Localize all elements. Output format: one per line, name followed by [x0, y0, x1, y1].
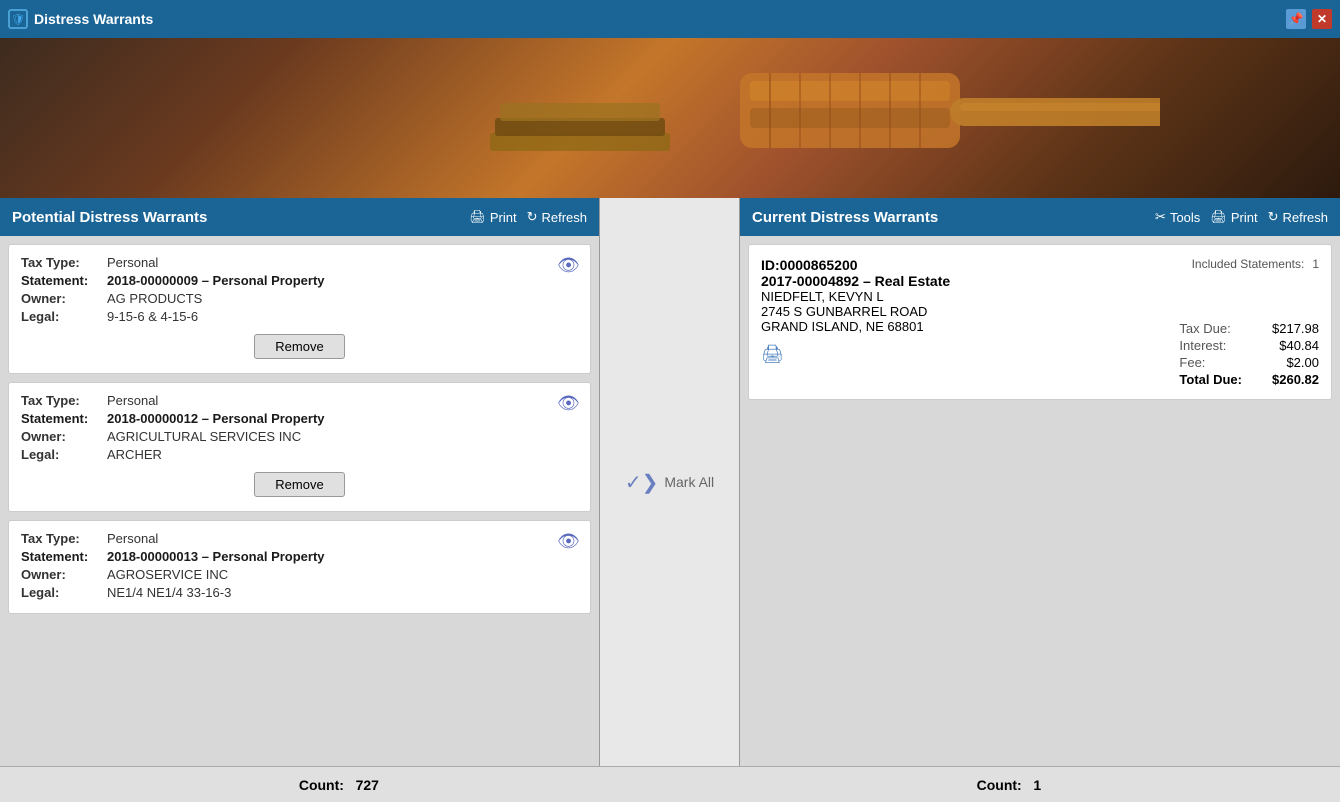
right-panel-title: Current Distress Warrants	[752, 209, 938, 226]
left-refresh-button[interactable]: ↻ Refresh	[527, 209, 587, 225]
right-panel: Current Distress Warrants ✂ Tools 🖨 Prin…	[740, 198, 1340, 766]
statement-value: 2018-00000012 – Personal Property	[107, 411, 325, 426]
warrant-card: 👁 Tax Type: Personal Statement: 2018-000…	[8, 520, 591, 614]
eye-icon[interactable]: 👁	[557, 393, 580, 414]
left-count: Count: 727	[299, 777, 379, 793]
legal-label: Legal:	[21, 447, 101, 462]
status-bar: Count: 727 Count: 1	[0, 766, 1340, 802]
warrant-card: 👁 Tax Type: Personal Statement: 2018-000…	[8, 244, 591, 374]
fee-label: Fee:	[1179, 355, 1205, 370]
warrant-address: 2745 S GUNBARREL ROAD	[761, 304, 1175, 319]
legal-value: ARCHER	[107, 447, 162, 462]
statement-label: Statement:	[21, 411, 101, 426]
legal-value: 9-15-6 & 4-15-6	[107, 309, 198, 324]
right-panel-header: Current Distress Warrants ✂ Tools 🖨 Prin…	[740, 198, 1340, 236]
left-panel-title: Potential Distress Warrants	[12, 209, 207, 226]
tools-icon: ✂	[1155, 209, 1166, 225]
statement-label: Statement:	[21, 549, 101, 564]
eye-icon[interactable]: 👁	[557, 255, 580, 276]
owner-label: Owner:	[21, 567, 101, 582]
potential-warrants-list: 👁 Tax Type: Personal Statement: 2018-000…	[0, 236, 599, 766]
printer-icon: 🖨	[1210, 209, 1227, 225]
tax-type-value: Personal	[107, 531, 158, 546]
tax-type-label: Tax Type:	[21, 393, 101, 408]
current-warrant-card: ID:0000865200 2017-00004892 – Real Estat…	[748, 244, 1332, 400]
legal-label: Legal:	[21, 309, 101, 324]
statement-value: 2018-00000013 – Personal Property	[107, 549, 325, 564]
current-warrants-list: ID:0000865200 2017-00004892 – Real Estat…	[740, 236, 1340, 766]
included-value: 1	[1312, 257, 1319, 271]
owner-value: AGROSERVICE INC	[107, 567, 228, 582]
main-content: Potential Distress Warrants 🖨 Print ↻ Re…	[0, 198, 1340, 766]
interest-value: $40.84	[1279, 338, 1319, 353]
owner-label: Owner:	[21, 291, 101, 306]
eye-icon[interactable]: 👁	[557, 531, 580, 552]
statement-label: Statement:	[21, 273, 101, 288]
warrant-city: GRAND ISLAND, NE 68801	[761, 319, 1175, 334]
card-print-icon[interactable]: 🖨	[761, 344, 1175, 365]
interest-label: Interest:	[1179, 338, 1226, 353]
tax-type-value: Personal	[107, 393, 158, 408]
mark-all-button[interactable]: ✓❯ Mark All	[625, 470, 714, 495]
legal-value: NE1/4 NE1/4 33-16-3	[107, 585, 231, 600]
left-panel: Potential Distress Warrants 🖨 Print ↻ Re…	[0, 198, 600, 766]
middle-column: ✓❯ Mark All	[600, 198, 740, 766]
right-panel-actions: ✂ Tools 🖨 Print ↻ Refresh	[1155, 209, 1328, 225]
remove-button[interactable]: Remove	[254, 334, 344, 359]
tax-due-value: $217.98	[1272, 321, 1319, 336]
gavel-illustration	[460, 53, 1160, 198]
right-card-financials: Included Statements: 1 Tax Due: $217.98 …	[1179, 257, 1319, 387]
owner-value: AGRICULTURAL SERVICES INC	[107, 429, 301, 444]
owner-label: Owner:	[21, 429, 101, 444]
refresh-icon: ↻	[1268, 209, 1279, 225]
app-icon: 🛡	[8, 9, 28, 29]
tax-type-value: Personal	[107, 255, 158, 270]
left-print-button[interactable]: 🖨 Print	[469, 209, 516, 225]
right-print-button[interactable]: 🖨 Print	[1210, 209, 1257, 225]
right-refresh-button[interactable]: ↻ Refresh	[1268, 209, 1328, 225]
pin-button[interactable]: 📌	[1286, 9, 1306, 29]
refresh-icon: ↻	[527, 209, 538, 225]
right-count: Count: 1	[977, 777, 1042, 793]
left-panel-actions: 🖨 Print ↻ Refresh	[469, 209, 587, 225]
total-due-label: Total Due:	[1179, 372, 1242, 387]
included-label: Included Statements:	[1192, 257, 1305, 271]
printer-icon: 🖨	[469, 209, 486, 225]
mark-all-icon: ✓❯	[625, 470, 659, 495]
right-card-info: ID:0000865200 2017-00004892 – Real Estat…	[761, 257, 1175, 387]
tax-type-label: Tax Type:	[21, 255, 101, 270]
title-bar-text: Distress Warrants	[34, 11, 1280, 27]
statement-value: 2018-00000009 – Personal Property	[107, 273, 325, 288]
fee-value: $2.00	[1286, 355, 1319, 370]
tax-type-label: Tax Type:	[21, 531, 101, 546]
tax-due-label: Tax Due:	[1179, 321, 1230, 336]
warrant-id: ID:0000865200	[761, 257, 1175, 273]
warrant-name: NIEDFELT, KEVYN L	[761, 289, 1175, 304]
tools-button[interactable]: ✂ Tools	[1155, 209, 1200, 225]
title-bar: 🛡 Distress Warrants 📌 ✕	[0, 0, 1340, 38]
left-panel-header: Potential Distress Warrants 🖨 Print ↻ Re…	[0, 198, 599, 236]
warrant-card: 👁 Tax Type: Personal Statement: 2018-000…	[8, 382, 591, 512]
remove-button[interactable]: Remove	[254, 472, 344, 497]
legal-label: Legal:	[21, 585, 101, 600]
warrant-statement: 2017-00004892 – Real Estate	[761, 273, 1175, 289]
total-due-value: $260.82	[1272, 372, 1319, 387]
hero-image	[0, 38, 1340, 198]
owner-value: AG PRODUCTS	[107, 291, 202, 306]
close-button[interactable]: ✕	[1312, 9, 1332, 29]
